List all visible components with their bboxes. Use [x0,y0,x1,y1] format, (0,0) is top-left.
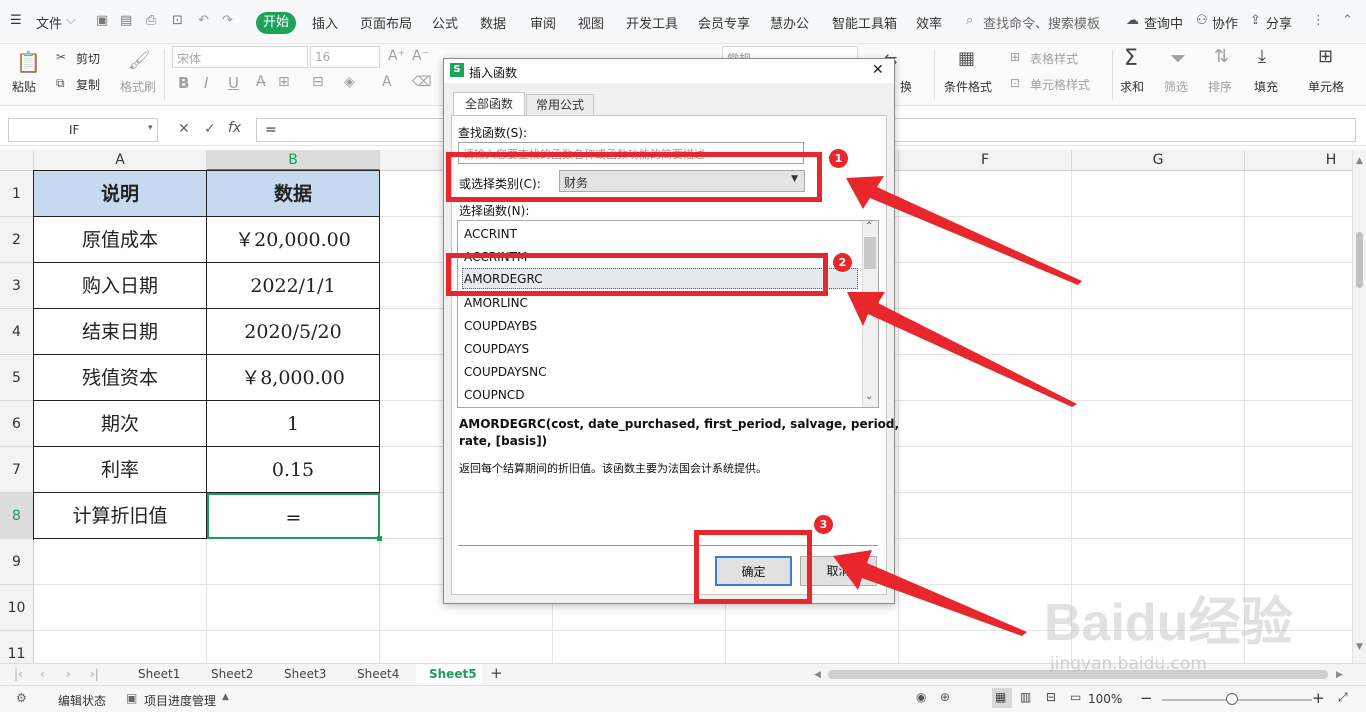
watermark-url: jingyan.baidu.com [1050,654,1207,674]
watermark-logo: Baidu经验 [1044,594,1293,652]
annotation-arrow-3 [833,550,1027,636]
annotation-arrow-1 [846,176,1082,285]
annotation-arrow-2 [847,292,1077,407]
